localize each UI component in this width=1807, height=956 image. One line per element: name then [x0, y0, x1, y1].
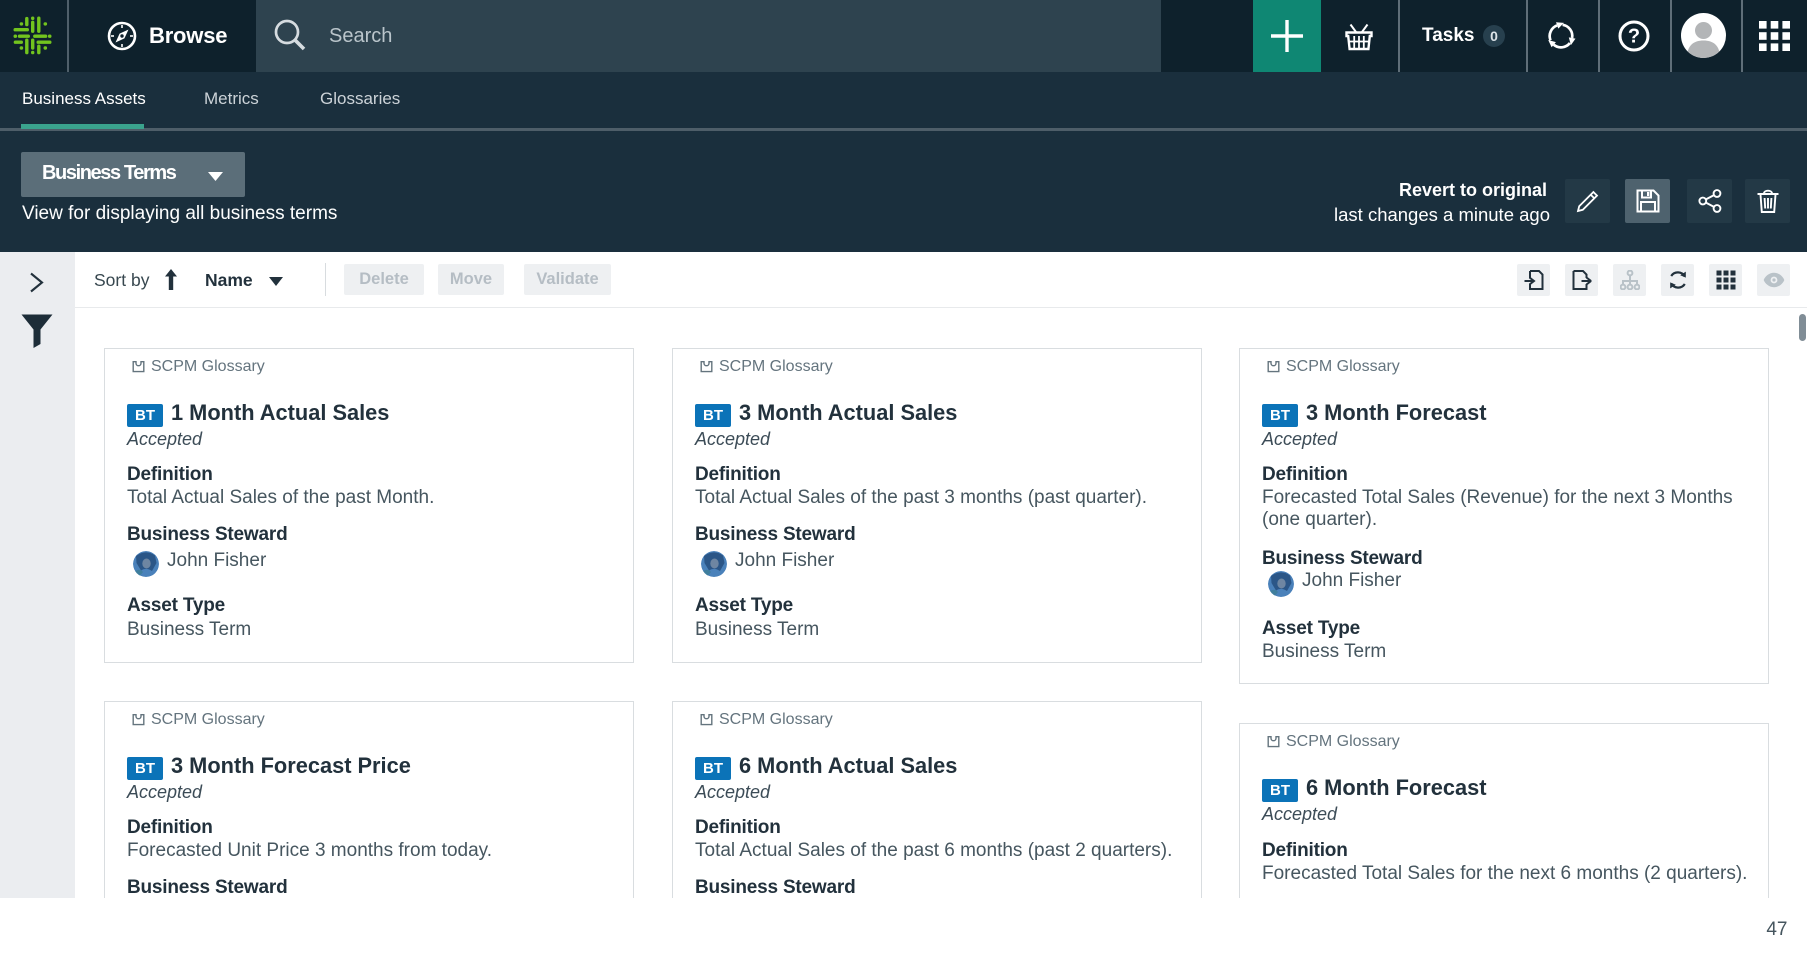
- svg-text:?: ?: [1628, 26, 1640, 48]
